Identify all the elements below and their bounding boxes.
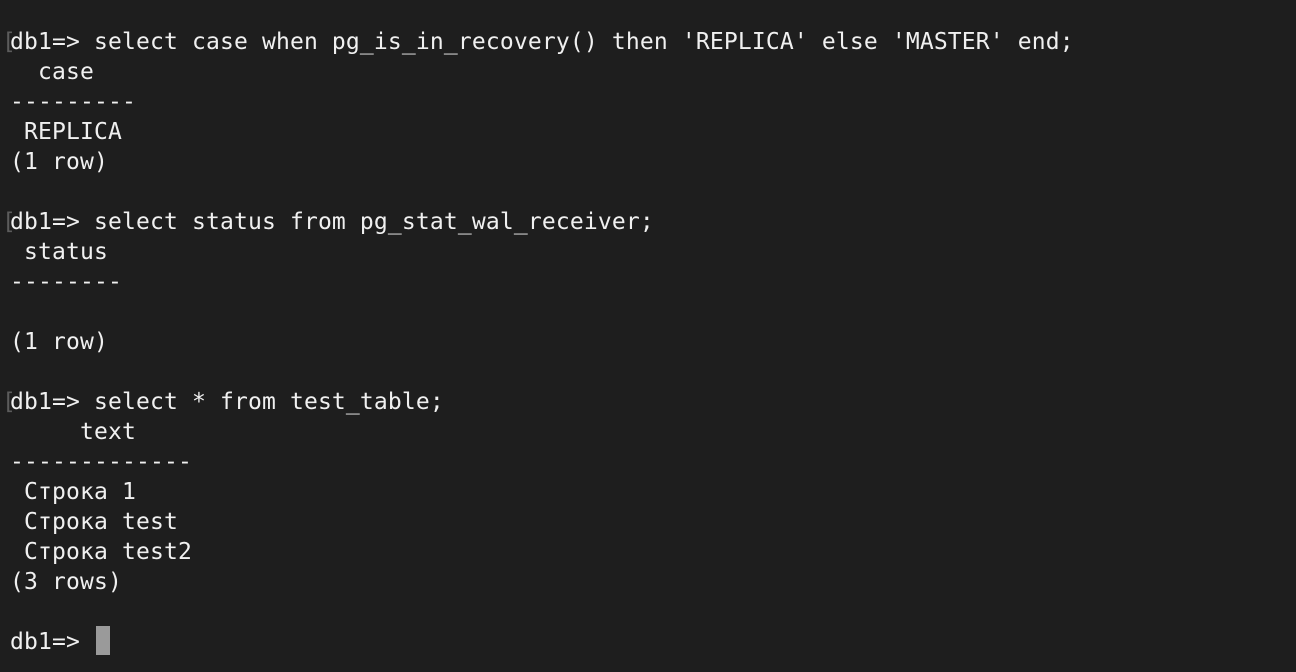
result-row: Строка test <box>10 509 178 535</box>
command-line: [db1=> select case when pg_is_in_recover… <box>2 27 1296 57</box>
row-count: (3 rows) <box>10 569 122 595</box>
separator-line: --------- <box>10 89 136 115</box>
result-row: Строка test2 <box>10 539 192 565</box>
result-row: REPLICA <box>10 119 122 145</box>
separator-line: -------- <box>10 269 122 295</box>
column-header: text <box>10 419 136 445</box>
result-row: Строка 1 <box>10 479 136 505</box>
row-count: (1 row) <box>10 329 108 355</box>
separator-line: ------------- <box>10 449 192 475</box>
line-bracket: [ <box>2 29 16 55</box>
prompt-line[interactable]: db1=> <box>10 626 1296 657</box>
terminal-window[interactable]: [db1=> select case when pg_is_in_recover… <box>0 0 1296 672</box>
command-line: [db1=> select status from pg_stat_wal_re… <box>2 207 1296 237</box>
column-header: status <box>10 239 108 265</box>
line-bracket: [ <box>2 209 16 235</box>
command-text: db1=> select case when pg_is_in_recovery… <box>10 29 1074 55</box>
cursor <box>95 626 110 655</box>
result-row <box>10 297 1296 327</box>
column-header: case <box>10 59 94 85</box>
line-bracket: [ <box>2 389 16 415</box>
command-text: db1=> select * from test_table; <box>10 389 444 415</box>
command-text: db1=> select status from pg_stat_wal_rec… <box>10 209 654 235</box>
prompt-text: db1=> <box>10 629 94 655</box>
command-line: [db1=> select * from test_table; <box>2 387 1296 417</box>
row-count: (1 row) <box>10 149 108 175</box>
